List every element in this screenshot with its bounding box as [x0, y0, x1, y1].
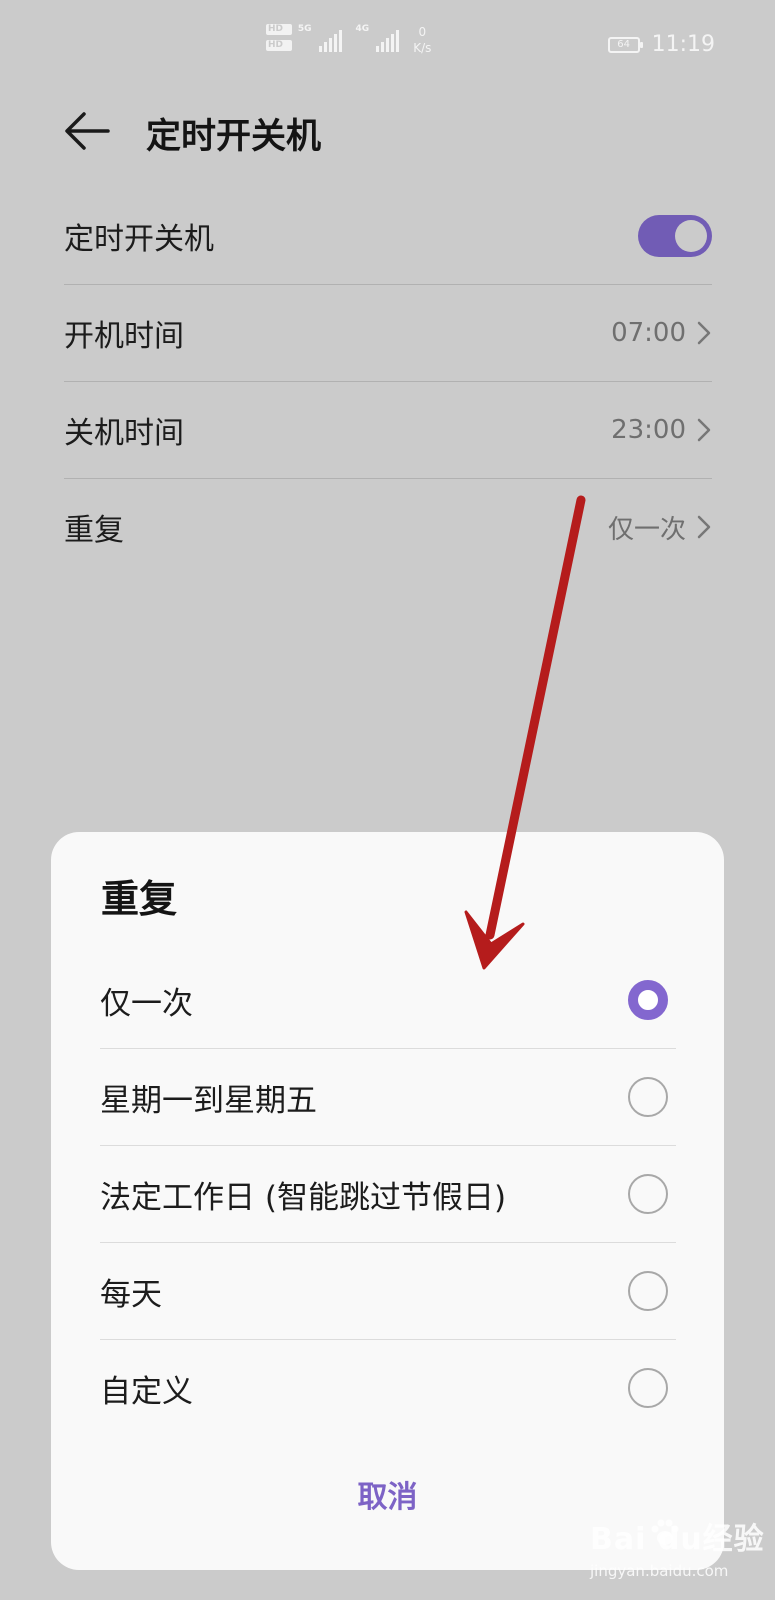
arrow-left-icon	[65, 112, 110, 150]
toggle-knob	[675, 220, 707, 252]
radio-unselected-icon[interactable]	[628, 1368, 668, 1408]
network-type-2: 4G	[355, 24, 370, 34]
network-speed-value: 0	[418, 25, 427, 39]
setting-label-power-off-time: 关机时间	[64, 416, 184, 451]
option-label: 每天	[100, 1276, 162, 1313]
radio-selected-icon[interactable]	[628, 980, 668, 1020]
network-speed: 0 K/s	[413, 24, 431, 56]
chevron-right-icon	[697, 515, 711, 539]
repeat-value: 仅一次	[607, 514, 686, 545]
hd-badge-1: HD 1	[266, 24, 292, 35]
power-on-time-value: 07:00	[611, 318, 686, 348]
hd-badge-1-sub: 1	[285, 25, 290, 33]
baidu-watermark: Bai du经验 jingyan.baidu.com	[590, 1514, 770, 1584]
watermark-url: jingyan.baidu.com	[590, 1562, 729, 1580]
repeat-options: 仅一次 星期一到星期五 法定工作日 (智能跳过节假日) 每天 自定义	[100, 952, 676, 1436]
setting-label-scheduled-power: 定时开关机	[64, 222, 214, 257]
hd-badge-2-text: HD	[268, 40, 284, 50]
chevron-right-icon	[697, 321, 711, 345]
setting-row-repeat[interactable]: 重复 仅一次	[64, 479, 712, 575]
option-label: 仅一次	[100, 985, 193, 1022]
status-bar-right: 64 11:19	[607, 32, 715, 57]
dialog-title: 重复	[101, 877, 178, 921]
network-type-1: 5G	[297, 24, 312, 34]
option-once[interactable]: 仅一次	[100, 952, 676, 1049]
settings-list: 定时开关机 开机时间 07:00 关机时间 23:00 重复 仅一次	[64, 188, 712, 575]
status-bar: HD 1 HD 2 5G 4G 0 K/s 64 11:19	[0, 0, 775, 90]
radio-unselected-icon[interactable]	[628, 1077, 668, 1117]
option-weekdays[interactable]: 星期一到星期五	[100, 1049, 676, 1146]
setting-value-wrap: 07:00	[611, 318, 712, 348]
radio-unselected-icon[interactable]	[628, 1271, 668, 1311]
hd-badge-2: HD 2	[266, 40, 292, 51]
status-clock: 11:19	[651, 32, 715, 57]
signal-strength-icon-2	[376, 30, 400, 52]
setting-row-scheduled-power[interactable]: 定时开关机	[64, 188, 712, 285]
network-indicators: HD 1 HD 2 5G 4G 0 K/s	[266, 24, 431, 56]
option-daily[interactable]: 每天	[100, 1243, 676, 1340]
paw-icon	[651, 1519, 679, 1545]
option-label: 法定工作日 (智能跳过节假日)	[100, 1179, 507, 1216]
network-speed-unit: K/s	[413, 41, 432, 55]
power-off-time-value: 23:00	[611, 415, 686, 445]
repeat-dialog: 重复 仅一次 星期一到星期五 法定工作日 (智能跳过节假日) 每天 自定义 取消	[51, 832, 724, 1570]
hd-badge-1-text: HD	[268, 24, 284, 34]
battery-icon: 64	[607, 36, 643, 53]
radio-unselected-icon[interactable]	[628, 1174, 668, 1214]
page-title: 定时开关机	[146, 117, 322, 157]
signal-strength-icon-1	[318, 30, 342, 52]
option-label: 自定义	[100, 1373, 193, 1410]
chevron-right-icon	[697, 418, 711, 442]
option-label: 星期一到星期五	[100, 1082, 317, 1119]
setting-label-power-on-time: 开机时间	[64, 319, 184, 354]
app-header: 定时开关机	[0, 90, 775, 170]
hd-badge-2-sub: 2	[285, 41, 290, 49]
setting-value-wrap: 仅一次	[608, 509, 712, 546]
option-custom[interactable]: 自定义	[100, 1340, 676, 1436]
setting-value-wrap: 23:00	[611, 415, 712, 445]
scheduled-power-toggle[interactable]	[638, 215, 712, 257]
hd-badges: HD 1 HD 2	[266, 24, 292, 51]
setting-row-power-off-time[interactable]: 关机时间 23:00	[64, 382, 712, 479]
setting-row-power-on-time[interactable]: 开机时间 07:00	[64, 285, 712, 382]
option-workdays[interactable]: 法定工作日 (智能跳过节假日)	[100, 1146, 676, 1243]
setting-label-repeat: 重复	[64, 513, 124, 548]
battery-level: 64	[617, 38, 630, 50]
back-button[interactable]	[62, 110, 112, 152]
